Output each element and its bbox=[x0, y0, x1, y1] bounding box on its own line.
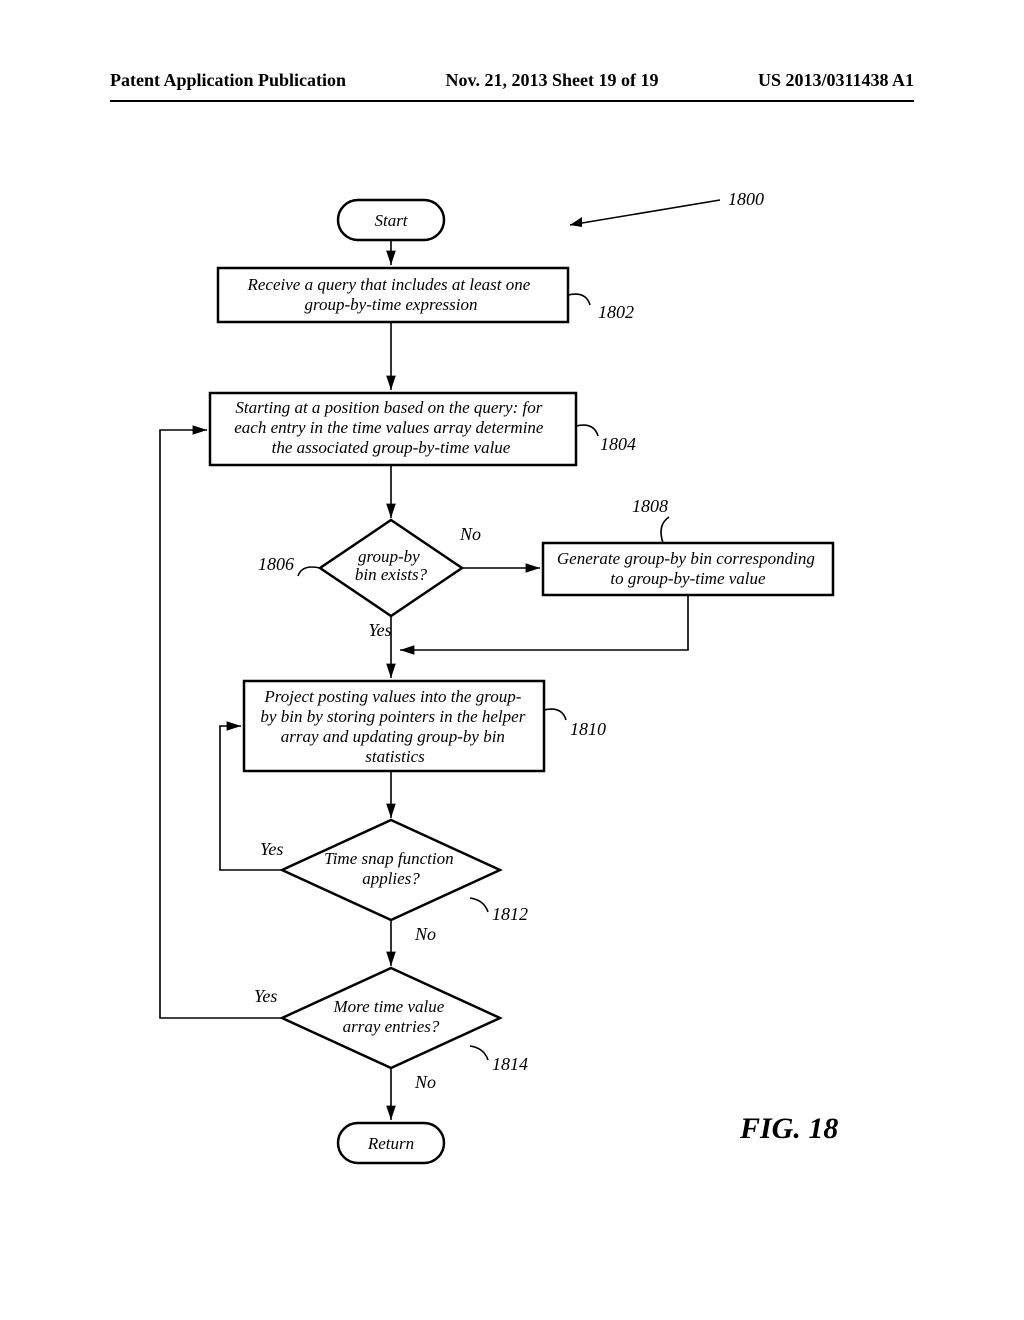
svg-text:Yes: Yes bbox=[254, 986, 277, 1006]
node-return: Return bbox=[338, 1123, 444, 1163]
ref-1800: 1800 bbox=[570, 189, 764, 227]
svg-text:Receive a query that includes: Receive a query that includes at least o… bbox=[246, 275, 534, 314]
node-1808: Generate group-by bin corresponding to g… bbox=[543, 496, 833, 595]
edge-1808-merge bbox=[400, 595, 688, 650]
svg-text:Yes: Yes bbox=[368, 620, 391, 640]
svg-text:1806: 1806 bbox=[258, 554, 294, 574]
node-1804: Starting at a position based on the quer… bbox=[210, 393, 636, 465]
node-1802: Receive a query that includes at least o… bbox=[218, 268, 634, 322]
svg-text:Return: Return bbox=[367, 1134, 414, 1153]
page: Patent Application Publication Nov. 21, … bbox=[0, 0, 1024, 1320]
svg-text:1810: 1810 bbox=[570, 719, 606, 739]
svg-text:1814: 1814 bbox=[492, 1054, 528, 1074]
figure-label: FIG. 18 bbox=[739, 1112, 838, 1145]
flowchart-svg: 1800 Start Receive a query that includes… bbox=[0, 0, 1024, 1320]
svg-text:Generate group-by bin correspo: Generate group-by bin corresponding to g… bbox=[557, 549, 819, 588]
svg-text:Start: Start bbox=[374, 211, 408, 230]
svg-text:1804: 1804 bbox=[600, 434, 636, 454]
svg-text:Time snap function app: Time snap function applies? bbox=[324, 849, 458, 888]
svg-text:Yes: Yes bbox=[260, 839, 283, 859]
svg-text:1812: 1812 bbox=[492, 904, 528, 924]
svg-text:1800: 1800 bbox=[728, 189, 764, 209]
svg-text:More time value array: More time value array entries? bbox=[332, 997, 448, 1036]
svg-text:Project posting values into th: Project posting values into the group- b… bbox=[260, 687, 529, 766]
svg-text:1808: 1808 bbox=[632, 496, 668, 516]
svg-text:No: No bbox=[414, 1072, 436, 1092]
svg-text:1802: 1802 bbox=[598, 302, 634, 322]
node-1812: Time snap function applies? 1812 Yes No bbox=[260, 820, 528, 944]
svg-text:group-by bin exists?: group-by bin exists? bbox=[355, 547, 428, 584]
node-1810: Project posting values into the group- b… bbox=[244, 681, 606, 771]
svg-text:Starting at a position based o: Starting at a position based on the quer… bbox=[234, 398, 547, 457]
svg-text:No: No bbox=[459, 524, 481, 544]
node-start: Start bbox=[338, 200, 444, 240]
svg-text:No: No bbox=[414, 924, 436, 944]
node-1806: group-by bin exists? 1806 No Yes bbox=[258, 520, 481, 640]
